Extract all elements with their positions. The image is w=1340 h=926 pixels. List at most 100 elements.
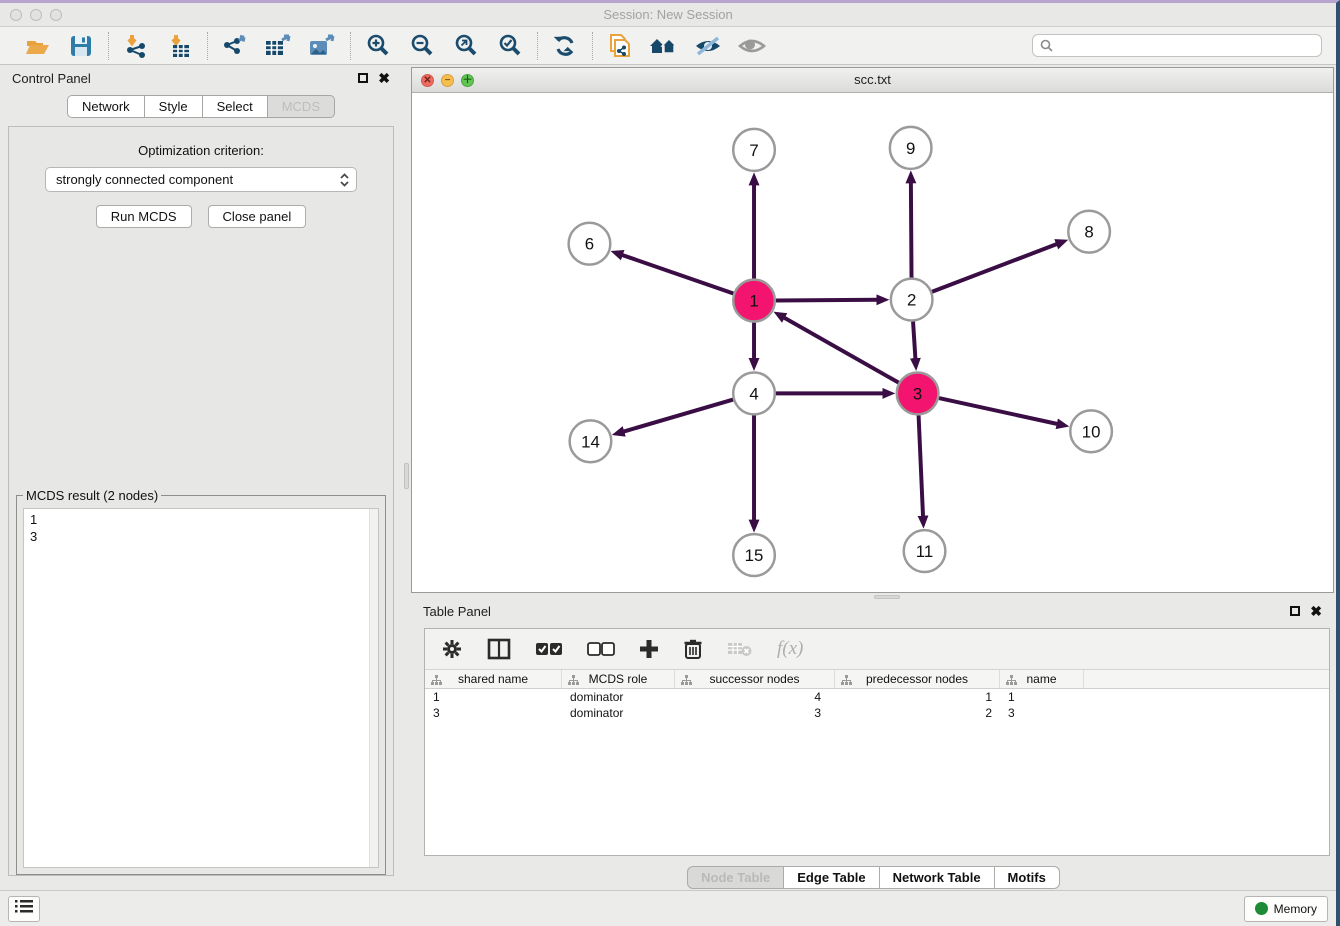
edge-1-2[interactable] bbox=[776, 300, 878, 301]
tab-edge-table[interactable]: Edge Table bbox=[784, 866, 879, 889]
cell-0-4[interactable]: 1 bbox=[1000, 689, 1084, 705]
edge-2-9[interactable] bbox=[911, 182, 912, 278]
column-type-icon bbox=[681, 675, 692, 689]
export-network-button[interactable] bbox=[221, 32, 249, 60]
column-header-MCDS-role[interactable]: MCDS role bbox=[562, 670, 675, 688]
column-header-name[interactable]: name bbox=[1000, 670, 1084, 688]
copy-network-button[interactable] bbox=[606, 32, 634, 60]
node-label-15: 15 bbox=[745, 546, 764, 565]
node-label-1: 1 bbox=[749, 292, 758, 311]
tab-mcds[interactable]: MCDS bbox=[268, 95, 335, 118]
edge-3-1[interactable] bbox=[783, 317, 898, 382]
vertical-splitter[interactable] bbox=[402, 65, 411, 890]
node-label-7: 7 bbox=[749, 141, 758, 160]
tab-network[interactable]: Network bbox=[67, 95, 145, 118]
network-window-title: scc.txt bbox=[412, 72, 1333, 87]
hide-selected-button[interactable] bbox=[694, 32, 722, 60]
table-row[interactable]: 3dominator323 bbox=[425, 705, 1329, 721]
show-all-button[interactable] bbox=[738, 32, 766, 60]
memory-button[interactable]: Memory bbox=[1244, 896, 1328, 922]
run-mcds-button[interactable]: Run MCDS bbox=[96, 205, 192, 228]
cell-0-0[interactable]: 1 bbox=[425, 689, 562, 705]
application-window: Session: New Session bbox=[0, 0, 1340, 926]
delete-column-icon[interactable] bbox=[683, 638, 703, 660]
tab-network-table[interactable]: Network Table bbox=[880, 866, 995, 889]
result-scrollbar[interactable] bbox=[369, 509, 378, 867]
zoom-selected-button[interactable] bbox=[496, 32, 524, 60]
save-session-button[interactable] bbox=[67, 32, 95, 60]
tab-node-table[interactable]: Node Table bbox=[687, 866, 784, 889]
control-panel-float-button[interactable] bbox=[358, 73, 368, 83]
window-title: Session: New Session bbox=[0, 7, 1336, 22]
edge-3-11[interactable] bbox=[919, 415, 923, 517]
node-table[interactable]: shared nameMCDS rolesuccessor nodesprede… bbox=[425, 669, 1329, 855]
add-column-icon[interactable] bbox=[639, 639, 659, 659]
open-session-button[interactable] bbox=[23, 32, 51, 60]
network-window: ✕ − ＋ scc.txt 79681243141015 bbox=[411, 67, 1334, 593]
search-icon bbox=[1040, 39, 1054, 58]
column-header-successor-nodes[interactable]: successor nodes bbox=[675, 670, 835, 688]
mcds-result-text[interactable]: 1 3 bbox=[23, 508, 379, 868]
select-all-columns-icon[interactable] bbox=[535, 641, 563, 657]
cell-0-2[interactable]: 4 bbox=[675, 689, 835, 705]
network-canvas[interactable]: 7968124314101511 bbox=[412, 93, 1333, 592]
deselect-all-columns-icon[interactable] bbox=[587, 641, 615, 657]
node-label-9: 9 bbox=[906, 139, 915, 158]
edge-1-6[interactable] bbox=[621, 255, 733, 294]
edge-3-10[interactable] bbox=[939, 398, 1058, 424]
cell-1-2[interactable]: 3 bbox=[675, 705, 835, 721]
hide-selected-icon bbox=[693, 34, 723, 58]
zoom-out-button[interactable] bbox=[408, 32, 436, 60]
horizontal-splitter-handle[interactable] bbox=[874, 595, 900, 599]
cell-1-1[interactable]: dominator bbox=[562, 705, 675, 721]
zoom-fit-icon bbox=[453, 33, 479, 59]
tab-select[interactable]: Select bbox=[203, 95, 268, 118]
network-window-titlebar[interactable]: ✕ − ＋ scc.txt bbox=[412, 68, 1333, 93]
network-area: ✕ − ＋ scc.txt 79681243141015 bbox=[411, 65, 1336, 890]
table-panel-title: Table Panel bbox=[423, 604, 491, 619]
table-tabs: Node TableEdge TableNetwork TableMotifs bbox=[411, 866, 1336, 889]
import-network-button[interactable] bbox=[122, 32, 150, 60]
table-row[interactable]: 1dominator411 bbox=[425, 689, 1329, 705]
cell-1-3[interactable]: 2 bbox=[835, 705, 1000, 721]
column-header-filler bbox=[1084, 670, 1329, 688]
vertical-splitter-handle[interactable] bbox=[404, 463, 409, 489]
zoom-in-button[interactable] bbox=[364, 32, 392, 60]
table-toolbar: f(x) bbox=[425, 629, 1329, 669]
task-history-button[interactable] bbox=[8, 896, 40, 922]
refresh-icon bbox=[552, 33, 578, 59]
refresh-button[interactable] bbox=[551, 32, 579, 60]
table-panel-close-icon[interactable]: ✖ bbox=[1310, 606, 1322, 616]
status-bar: Memory bbox=[0, 890, 1336, 926]
mcds-result-title: MCDS result (2 nodes) bbox=[23, 488, 161, 503]
settings-gear-icon[interactable] bbox=[441, 638, 463, 660]
memory-label: Memory bbox=[1274, 902, 1317, 916]
edge-2-3[interactable] bbox=[913, 321, 915, 359]
column-layout-icon[interactable] bbox=[487, 638, 511, 660]
column-header-shared-name[interactable]: shared name bbox=[425, 670, 562, 688]
export-image-button[interactable] bbox=[309, 32, 337, 60]
home-layout-button[interactable] bbox=[650, 32, 678, 60]
control-panel-close-icon[interactable]: ✖ bbox=[378, 73, 390, 83]
cell-1-0[interactable]: 3 bbox=[425, 705, 562, 721]
export-table-button[interactable] bbox=[265, 32, 293, 60]
import-table-button[interactable] bbox=[166, 32, 194, 60]
cell-1-4[interactable]: 3 bbox=[1000, 705, 1084, 721]
node-label-14: 14 bbox=[581, 432, 600, 451]
zoom-fit-button[interactable] bbox=[452, 32, 480, 60]
network-graph[interactable]: 7968124314101511 bbox=[412, 93, 1333, 592]
delete-table-icon bbox=[727, 640, 753, 658]
tab-motifs[interactable]: Motifs bbox=[995, 866, 1060, 889]
title-bar: Session: New Session bbox=[0, 3, 1336, 27]
edge-4-14[interactable] bbox=[623, 400, 733, 432]
cell-0-3[interactable]: 1 bbox=[835, 689, 1000, 705]
criterion-select[interactable]: strongly connected component bbox=[45, 167, 357, 192]
tab-style[interactable]: Style bbox=[145, 95, 203, 118]
node-label-8: 8 bbox=[1084, 223, 1093, 242]
edge-2-8[interactable] bbox=[932, 244, 1058, 292]
cell-0-1[interactable]: dominator bbox=[562, 689, 675, 705]
table-panel-float-button[interactable] bbox=[1290, 606, 1300, 616]
search-input[interactable] bbox=[1032, 34, 1322, 57]
column-header-predecessor-nodes[interactable]: predecessor nodes bbox=[835, 670, 1000, 688]
close-panel-button[interactable]: Close panel bbox=[208, 205, 307, 228]
